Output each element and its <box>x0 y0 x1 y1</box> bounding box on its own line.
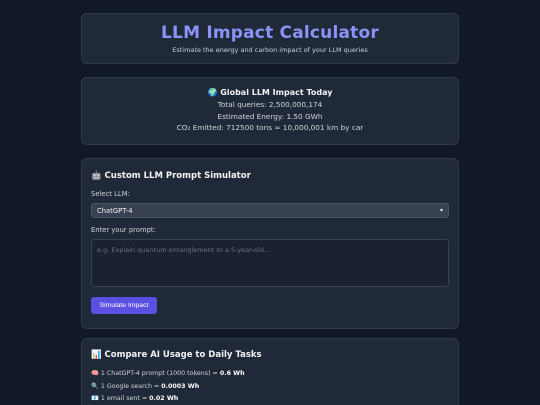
estimated-energy: Estimated Energy: 1.50 GWh <box>217 111 323 121</box>
prompt-placeholder: e.g. Explain quantum entanglement to a 5… <box>97 246 271 254</box>
compare-row-text: 📧 1 email sent ≈ <box>91 395 150 402</box>
compare-row-chatgpt: 🧠 1 ChatGPT-4 prompt (1000 tokens) ≈ 0.6… <box>91 368 449 381</box>
co2-emitted: CO₂ Emitted: 712500 tons ≈ 10,000,001 km… <box>176 123 364 132</box>
page-subtitle: Estimate the energy and carbon impact of… <box>172 46 368 54</box>
header-card: LLM Impact Calculator Estimate the energ… <box>81 13 459 64</box>
simulator-title: 🤖 Custom LLM Prompt Simulator <box>91 171 251 181</box>
compare-list: 🧠 1 ChatGPT-4 prompt (1000 tokens) ≈ 0.6… <box>91 368 449 405</box>
page-title: LLM Impact Calculator <box>161 23 379 43</box>
chevron-down-icon: ▾ <box>439 207 443 214</box>
compare-row-value: 0.02 Wh <box>149 395 179 402</box>
compare-row-text: 🔍 1 Google search ≈ <box>91 382 162 390</box>
compare-row-value: 0.6 Wh <box>219 370 245 377</box>
llm-select[interactable]: ChatGPT-4 ▾ <box>91 203 449 218</box>
simulate-impact-button[interactable]: Simulate Impact <box>91 297 157 314</box>
prompt-label: Enter your prompt: <box>91 226 156 234</box>
prompt-textarea[interactable]: e.g. Explain quantum entanglement to a 5… <box>91 239 449 287</box>
compare-card: 📊 Compare AI Usage to Daily Tasks 🧠 1 Ch… <box>81 338 459 405</box>
page: LLM Impact Calculator Estimate the energ… <box>0 0 540 405</box>
compare-title: 📊 Compare AI Usage to Daily Tasks <box>91 350 262 360</box>
select-llm-label: Select LLM: <box>91 190 130 198</box>
compare-row-email: 📧 1 email sent ≈ 0.02 Wh <box>91 393 449 405</box>
compare-row-value: 0.0003 Wh <box>161 382 200 390</box>
compare-row-text: 🧠 1 ChatGPT-4 prompt (1000 tokens) ≈ <box>91 370 220 377</box>
compare-row-google: 🔍 1 Google search ≈ 0.0003 Wh <box>91 381 449 394</box>
global-impact-card: 🌍 Global LLM Impact Today Total queries:… <box>81 77 459 145</box>
llm-select-value: ChatGPT-4 <box>97 206 133 215</box>
total-queries: Total queries: 2,500,000,174 <box>217 100 323 109</box>
global-impact-title: 🌍 Global LLM Impact Today <box>207 88 333 97</box>
prompt-simulator-card: 🤖 Custom LLM Prompt Simulator Select LLM… <box>81 158 459 329</box>
